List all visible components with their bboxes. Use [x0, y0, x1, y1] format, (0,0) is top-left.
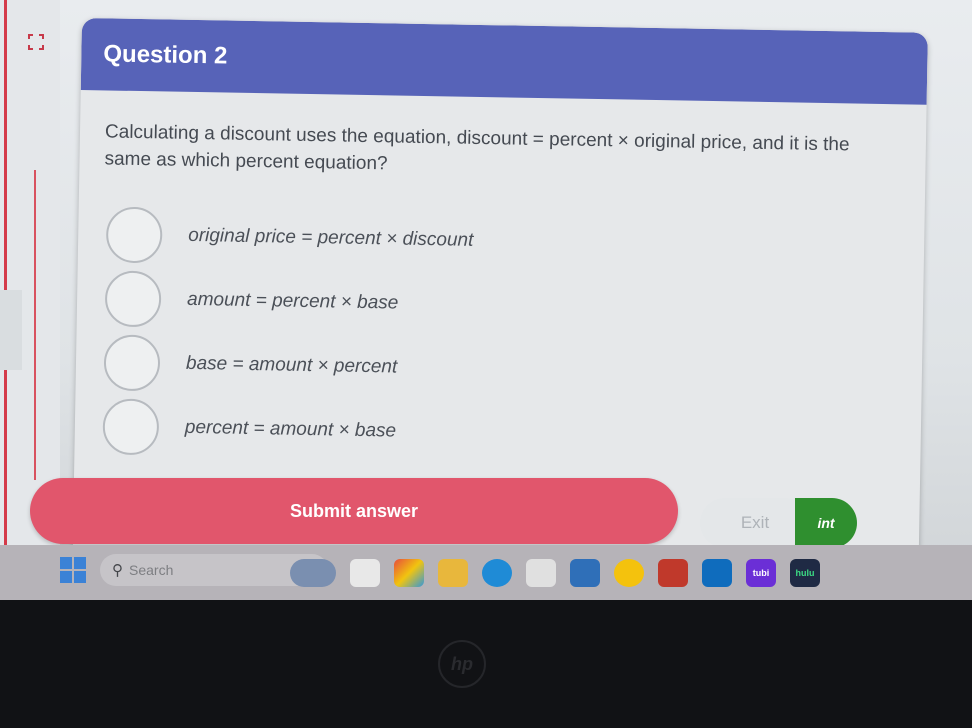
question-title: Question 2 [103, 40, 228, 70]
radio-button[interactable] [105, 206, 163, 264]
left-accent-line [4, 0, 7, 545]
exit-button[interactable]: Exit [700, 498, 810, 548]
answer-options: original price = percent × discount amou… [74, 202, 924, 473]
left-rail [0, 0, 60, 545]
answer-option-label: original price = percent × discount [188, 224, 474, 251]
radio-button[interactable] [103, 334, 161, 392]
taskbar-app-icons: tubi hulu [290, 557, 820, 589]
windows-start-icon[interactable] [60, 557, 86, 583]
hp-logo: hp [438, 640, 486, 688]
question-text: Calculating a discount uses the equation… [104, 121, 850, 175]
weather-icon[interactable] [570, 559, 600, 587]
edge-icon[interactable] [482, 559, 512, 587]
left-accent-line-secondary [34, 170, 36, 480]
tubi-icon[interactable]: tubi [746, 559, 776, 587]
side-panel [0, 290, 22, 370]
chrome-icon[interactable] [614, 559, 644, 587]
outlook-icon[interactable] [702, 559, 732, 587]
radio-button[interactable] [104, 270, 162, 328]
folder-icon[interactable] [438, 559, 468, 587]
store-icon[interactable] [526, 559, 556, 587]
answer-option-label: percent = amount × base [184, 416, 397, 442]
screen: Question 2 Calculating a discount uses t… [0, 0, 972, 600]
search-icon: ⚲ [112, 562, 123, 579]
answer-option[interactable]: percent = amount × base [102, 394, 921, 472]
radio-button[interactable] [102, 398, 160, 456]
question-header: Question 2 [80, 18, 928, 105]
photos-icon[interactable] [394, 559, 424, 587]
file-explorer-icon[interactable] [350, 559, 380, 587]
hint-button[interactable]: int [795, 498, 857, 548]
taskbar: ⚲ Search tubi hulu [0, 545, 972, 600]
expand-icon[interactable] [24, 30, 48, 54]
search-placeholder: Search [129, 562, 174, 578]
laptop-bezel [0, 600, 972, 728]
answer-option-label: base = amount × percent [185, 352, 398, 378]
answer-option-label: amount = percent × base [186, 288, 399, 314]
hulu-icon[interactable]: hulu [790, 559, 820, 587]
widgets-icon[interactable] [290, 559, 336, 587]
submit-answer-button[interactable]: Submit answer [30, 478, 678, 544]
mcafee-icon[interactable] [658, 559, 688, 587]
